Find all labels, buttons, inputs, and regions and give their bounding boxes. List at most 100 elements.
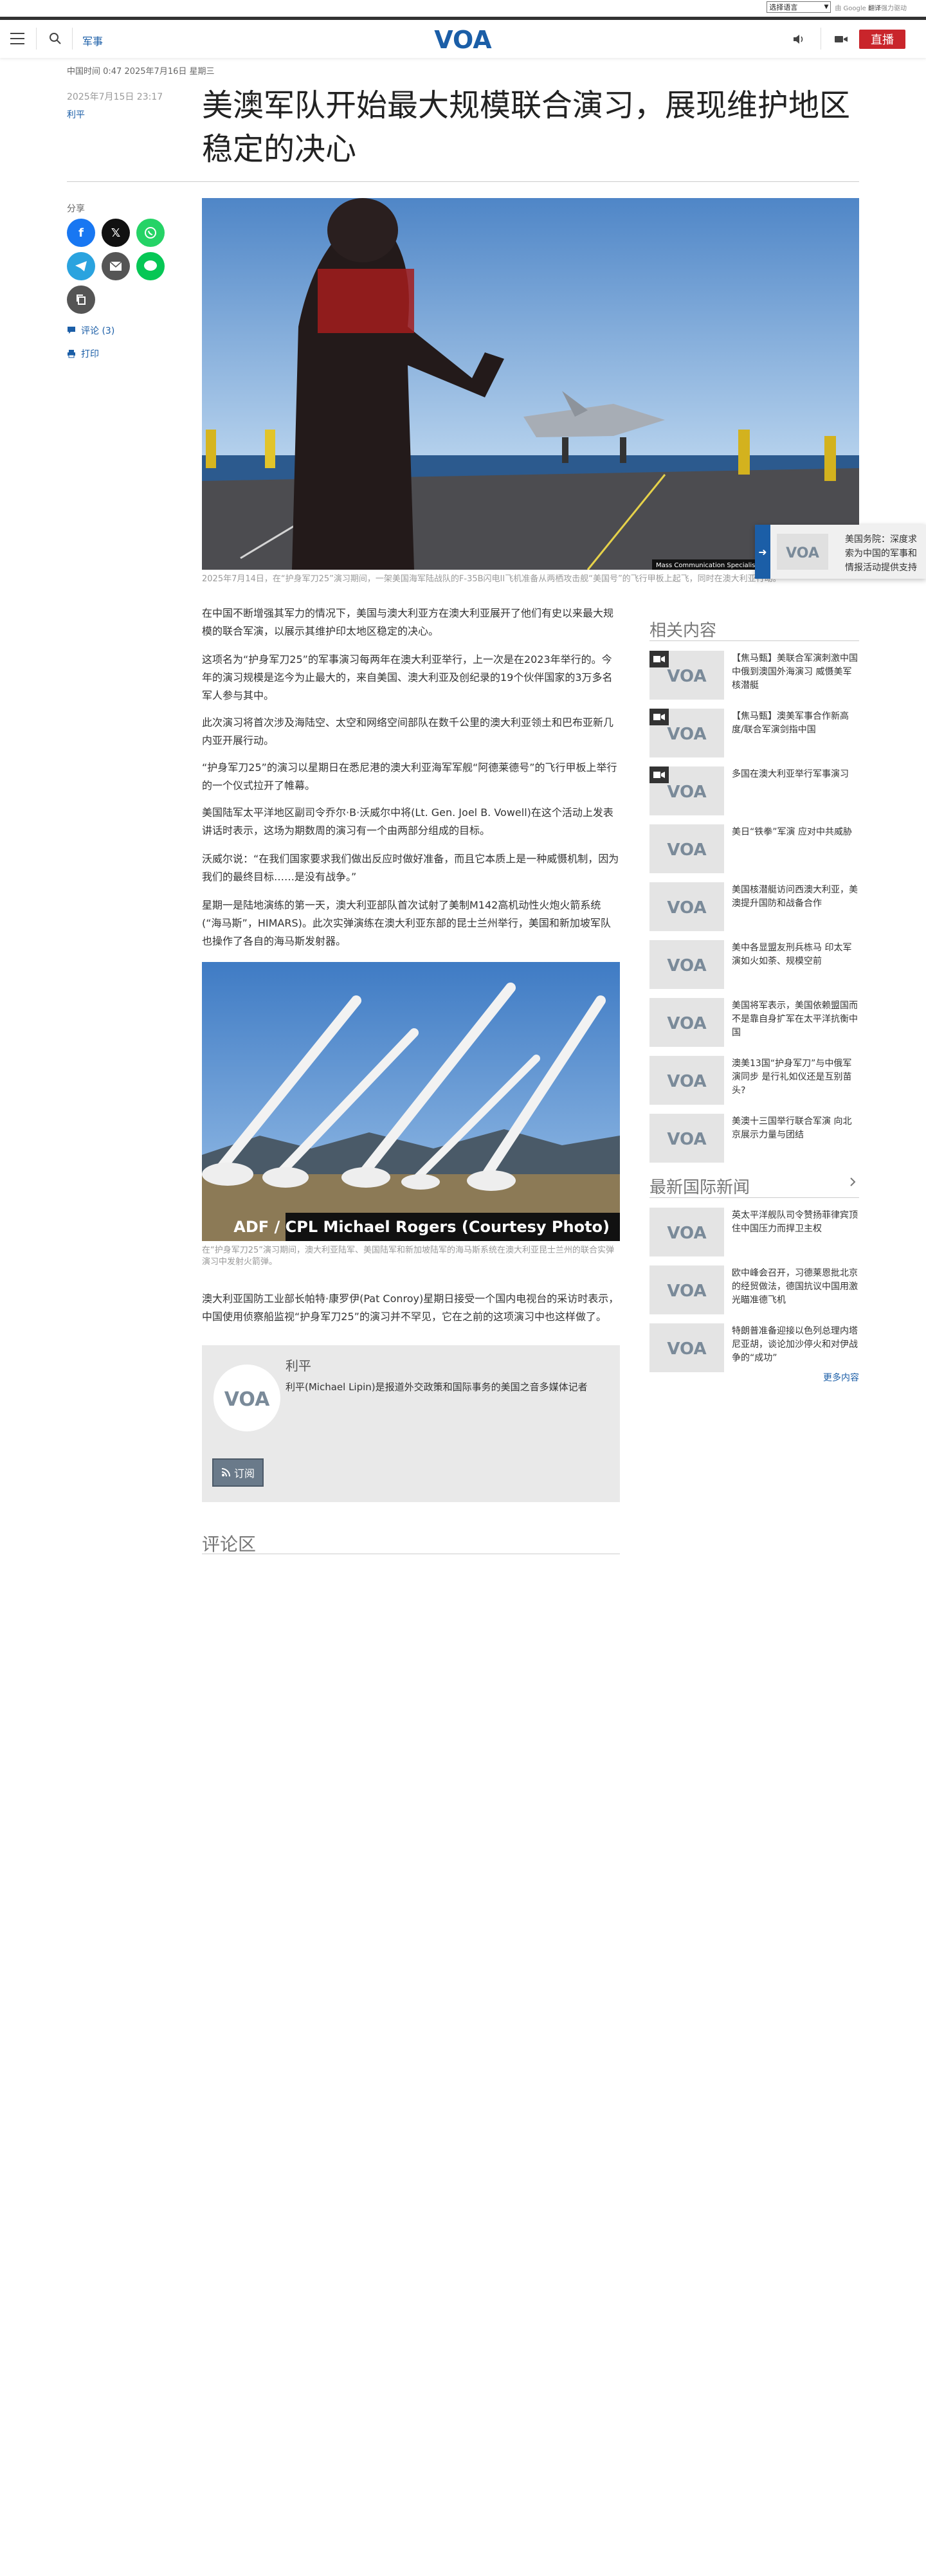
- facebook-share-button[interactable]: f: [67, 219, 95, 247]
- avatar[interactable]: VOA: [213, 1365, 280, 1431]
- list-item-title[interactable]: 美国将军表示，美国依赖盟国而不是靠自身扩军在太平洋抗衡中国: [732, 999, 859, 1040]
- thumbnail[interactable]: VOA: [649, 998, 724, 1047]
- article-paragraph: 美国陆军太平洋地区副司令乔尔·B·沃威尔中将(Lt. Gen. Joel B. …: [202, 806, 613, 837]
- article-title: 美澳军队开始最大规模联合演习，展现维护地区稳定的决心: [202, 87, 851, 167]
- svg-text:VOA: VOA: [667, 783, 706, 802]
- search-icon[interactable]: [49, 32, 62, 45]
- thumbnail[interactable]: VOA: [649, 940, 724, 989]
- thumbnail[interactable]: VOA: [649, 1323, 724, 1372]
- article-paragraph: 此次演习将首次涉及海陆空、太空和网络空间部队在数千公里的澳大利亚领土和巴布亚新几…: [202, 716, 614, 747]
- publish-date: 2025年7月15日 23:17: [67, 92, 163, 102]
- x-share-button[interactable]: 𝕏: [102, 219, 130, 247]
- video-icon[interactable]: [833, 33, 849, 46]
- hero-photo: Mass Communication Specialist 3rd: [202, 198, 859, 570]
- speaker-icon[interactable]: [792, 33, 806, 46]
- list-item[interactable]: VOA 美国核潜艇访问西澳大利亚，美澳提升国防和战备合作: [649, 882, 859, 934]
- svg-text:VOA: VOA: [224, 1388, 270, 1411]
- email-share-button[interactable]: [102, 252, 130, 280]
- copy-link-button[interactable]: [67, 286, 95, 314]
- list-item-title[interactable]: 多国在澳大利亚举行军事演习: [732, 768, 859, 781]
- google-translate-credit: 由 Google 翻译强力驱动: [835, 5, 907, 12]
- translate-bar: 选择语言 ▼ 由 Google 翻译强力驱动: [0, 0, 926, 15]
- arrow-right-icon[interactable]: ➜: [755, 525, 770, 579]
- list-item-title[interactable]: 特朗普准备迎接以色列总理内塔尼亚胡，谈论加沙停火和对伊战争的“成功”: [732, 1325, 859, 1365]
- rocket-photo: ADF / CPL Michael Rogers (Courtesy Photo…: [202, 962, 620, 1241]
- list-item-title[interactable]: 【焦马甄】澳美军事合作新高度/联合军演剑指中国: [732, 710, 859, 737]
- list-item[interactable]: VOA 美国将军表示，美国依赖盟国而不是靠自身扩军在太平洋抗衡中国: [649, 998, 859, 1049]
- thumbnail[interactable]: VOA: [649, 882, 724, 931]
- more-link[interactable]: 更多内容: [804, 1371, 859, 1384]
- chevron-right-icon[interactable]: [848, 1177, 858, 1187]
- list-item-title[interactable]: 美澳十三国举行联合军演 向北京展示力量与团结: [732, 1115, 859, 1142]
- whatsapp-icon: [145, 227, 156, 239]
- thumbnail[interactable]: VOA: [649, 651, 724, 700]
- floating-news-card[interactable]: ➜ VOA 美国务院：深度求索为中国的军事和情报活动提供支持: [755, 525, 926, 579]
- svg-text:VOA: VOA: [667, 667, 706, 686]
- list-item[interactable]: VOA 美澳十三国举行联合军演 向北京展示力量与团结: [649, 1114, 859, 1165]
- voa-logo: VOA: [667, 898, 706, 918]
- thumbnail[interactable]: VOA: [649, 1208, 724, 1256]
- site-header: 军事 VOA 直播: [0, 17, 926, 58]
- video-camera-icon: [649, 766, 669, 783]
- list-item-title[interactable]: 美国核潜艇访问西澳大利亚，美澳提升国防和战备合作: [732, 884, 859, 911]
- list-item-title[interactable]: 澳美13国“护身军刀”与中俄军演同步 是行礼如仪还是互别苗头?: [732, 1057, 859, 1098]
- list-item[interactable]: VOA 【焦马甄】澳美军事合作新高度/联合军演剑指中国: [649, 709, 859, 760]
- facebook-icon: f: [78, 226, 84, 240]
- latest-news-heading[interactable]: 最新国际新闻: [649, 1174, 750, 1198]
- svg-text:VOA: VOA: [786, 545, 819, 561]
- list-item-title[interactable]: 英太平洋舰队司令赞扬菲律宾顶住中国压力而捍卫主权: [732, 1209, 859, 1236]
- divider: [649, 640, 859, 641]
- list-item-title[interactable]: 【焦马甄】美联合军演刺激中国中俄到澳国外海演习 威慑美军核潜艇: [732, 652, 859, 693]
- rss-icon: [221, 1468, 230, 1477]
- list-item[interactable]: VOA 欧中峰会召开，习德莱恩批北京的经贸做法，德国抗议中国用激光瞄准德飞机: [649, 1265, 859, 1317]
- author-name[interactable]: 利平: [286, 1356, 311, 1374]
- voa-logo: VOA: [667, 667, 706, 686]
- language-select[interactable]: 选择语言 ▼: [767, 1, 831, 13]
- section-link[interactable]: 军事: [82, 33, 103, 48]
- author-bio: 利平(Michael Lipin)是报道外交政策和国际事务的美国之音多媒体记者: [286, 1381, 588, 1393]
- chevron-down-icon: ▼: [824, 4, 829, 10]
- voa-logo: VOA: [667, 1072, 706, 1091]
- list-item[interactable]: VOA 美中各显盟友刑兵栋马 印太军演如火如荼、规模空前: [649, 940, 859, 992]
- print-link[interactable]: 打印: [67, 347, 99, 360]
- thumbnail[interactable]: VOA: [649, 1265, 724, 1314]
- comments-link[interactable]: 评论 (3): [67, 324, 114, 337]
- related-heading: 相关内容: [649, 621, 717, 640]
- article-paragraph: 在中国不断增强其军力的情况下，美国与澳大利亚方在澳大利亚展开了他们有史以来最大规…: [202, 607, 614, 637]
- author-link[interactable]: 利平: [67, 108, 85, 121]
- list-item[interactable]: VOA 美日“铁拳”军演 应对中共威胁: [649, 824, 859, 876]
- svg-text:VOA: VOA: [667, 1339, 706, 1359]
- list-item[interactable]: VOA 特朗普准备迎接以色列总理内塔尼亚胡，谈论加沙停火和对伊战争的“成功”: [649, 1323, 859, 1375]
- list-item[interactable]: VOA 多国在澳大利亚举行军事演习: [649, 766, 859, 818]
- live-button[interactable]: 直播: [859, 30, 905, 49]
- share-label: 分享: [67, 204, 85, 214]
- svg-text:VOA: VOA: [434, 26, 492, 53]
- list-item[interactable]: VOA 澳美13国“护身军刀”与中俄军演同步 是行礼如仪还是互别苗头?: [649, 1056, 859, 1107]
- list-item-title[interactable]: 美中各显盟友刑兵栋马 印太军演如火如荼、规模空前: [732, 941, 859, 968]
- header-divider: [36, 28, 37, 50]
- thumbnail[interactable]: VOA: [649, 824, 724, 873]
- telegram-share-button[interactable]: [67, 252, 95, 280]
- thumbnail[interactable]: VOA: [649, 766, 724, 815]
- thumbnail[interactable]: VOA: [649, 709, 724, 757]
- svg-text:VOA: VOA: [667, 1282, 706, 1301]
- whatsapp-share-button[interactable]: [136, 219, 165, 247]
- voa-logo: VOA: [667, 1014, 706, 1033]
- svg-text:Mass Communication Specialist: Mass Communication Specialist 3rd: [656, 562, 770, 569]
- svg-text:ADF / CPL Michael Rogers (Cour: ADF / CPL Michael Rogers (Courtesy Photo…: [233, 1218, 610, 1236]
- floating-card-text: 美国务院：深度求索为中国的军事和情报活动提供支持: [845, 534, 917, 571]
- thumbnail[interactable]: VOA: [649, 1114, 724, 1163]
- svg-text:VOA: VOA: [667, 840, 706, 860]
- list-item-title[interactable]: 欧中峰会召开，习德莱恩批北京的经贸做法，德国抗议中国用激光瞄准德飞机: [732, 1267, 859, 1307]
- line-share-button[interactable]: [136, 252, 165, 280]
- subscribe-button[interactable]: 订阅: [212, 1458, 264, 1487]
- hero-image: Mass Communication Specialist 3rd: [202, 198, 859, 570]
- voa-logo[interactable]: VOA: [431, 25, 495, 53]
- header-divider: [72, 28, 73, 50]
- menu-icon[interactable]: [10, 33, 24, 44]
- voa-logo: VOA: [667, 1224, 706, 1243]
- thumbnail[interactable]: VOA: [649, 1056, 724, 1105]
- list-item[interactable]: VOA 英太平洋舰队司令赞扬菲律宾顶住中国压力而捍卫主权: [649, 1208, 859, 1259]
- list-item-title[interactable]: 美日“铁拳”军演 应对中共威胁: [732, 826, 859, 839]
- list-item[interactable]: VOA 【焦马甄】美联合军演刺激中国中俄到澳国外海演习 威慑美军核潜艇: [649, 651, 859, 702]
